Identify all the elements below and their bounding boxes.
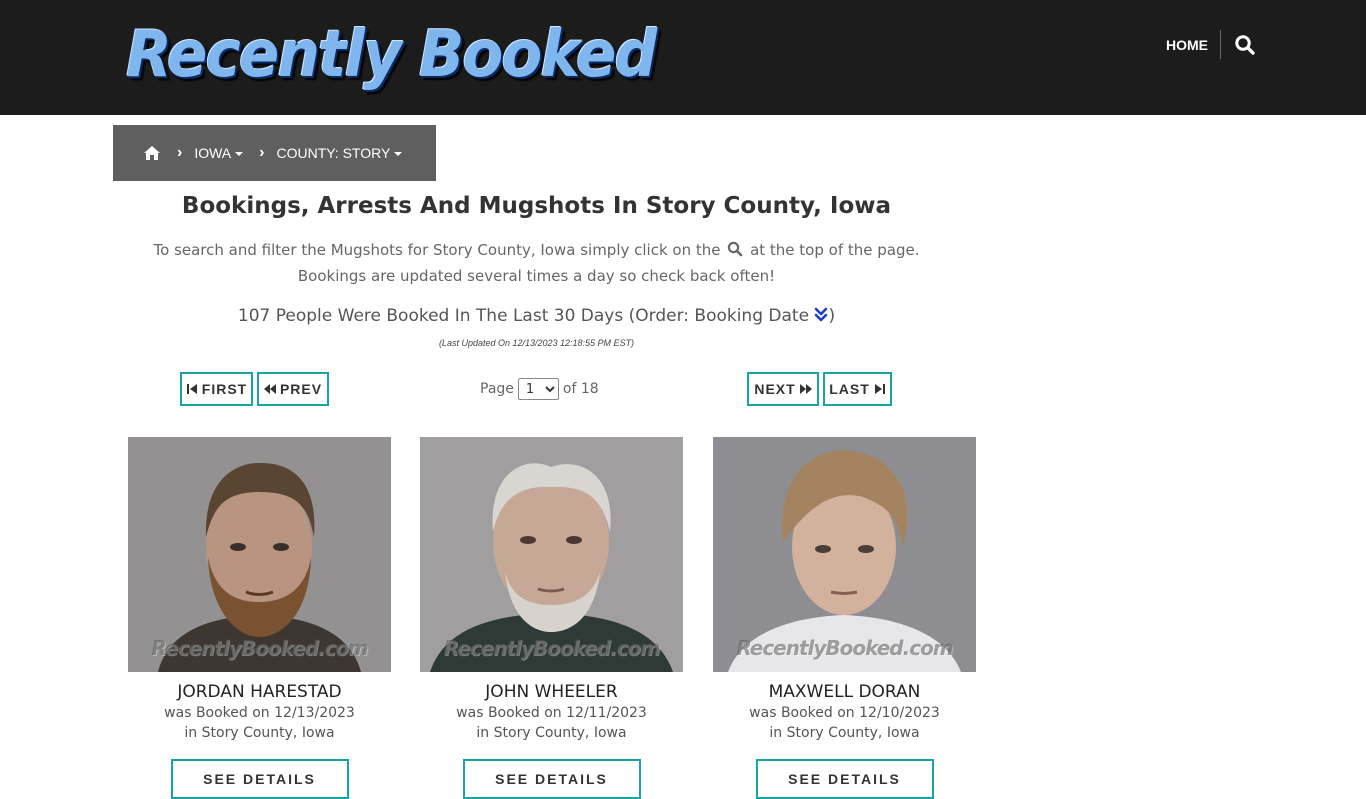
intro-text: To search and filter the Mugshots for St… (120, 237, 953, 289)
booking-card[interactable]: RecentlyBooked.com JOHN WHEELER was Book… (420, 437, 683, 799)
breadcrumb-county[interactable]: COUNTY: STORY (276, 144, 403, 162)
page-label: Page (480, 381, 514, 397)
booking-name[interactable]: JORDAN HARESTAD (128, 682, 391, 702)
home-icon[interactable] (143, 145, 161, 161)
chevron-right-icon: › (259, 144, 265, 161)
see-details-button[interactable]: SEE DETAILS (755, 759, 934, 799)
nav-divider (1220, 30, 1221, 59)
search-icon (727, 239, 743, 257)
first-page-button[interactable]: FIRST (180, 372, 253, 406)
mugshot-photo[interactable]: RecentlyBooked.com (128, 437, 391, 672)
see-details-button[interactable]: SEE DETAILS (462, 759, 641, 799)
site-header: Recently Booked HOME (0, 0, 1366, 115)
page-select[interactable]: 1 (517, 378, 559, 400)
next-page-label: NEXT (754, 381, 796, 397)
mugshot-photo[interactable]: RecentlyBooked.com (420, 437, 683, 672)
skip-last-icon (874, 384, 885, 394)
next-page-button[interactable]: NEXT (747, 372, 819, 406)
skip-first-icon (186, 384, 197, 394)
prev-page-label: PREV (279, 381, 323, 397)
booking-card[interactable]: RecentlyBooked.com JORDAN HARESTAD was B… (128, 437, 391, 799)
caret-down-icon (235, 152, 244, 157)
booking-name[interactable]: JOHN WHEELER (420, 682, 683, 702)
search-icon[interactable] (1234, 34, 1256, 56)
prev-page-button[interactable]: PREV (257, 372, 329, 406)
photo-watermark: RecentlyBooked.com (443, 636, 660, 660)
breadcrumb-state[interactable]: IOWA (194, 144, 244, 162)
breadcrumb: › IOWA › COUNTY: STORY (113, 125, 436, 181)
page-total: of 18 (562, 381, 599, 397)
booking-description: was Booked on 12/11/2023 in Story County… (456, 705, 647, 741)
booking-count-text: 107 People Were Booked In The Last 30 Da… (237, 306, 810, 326)
logo-text: Recently Booked (126, 18, 657, 92)
site-logo[interactable]: Recently Booked (126, 18, 657, 92)
mugshot-photo[interactable]: RecentlyBooked.com (713, 437, 976, 672)
booking-description: was Booked on 12/10/2023 in Story County… (749, 705, 940, 741)
last-page-label: LAST (829, 381, 870, 397)
intro-text-before: To search and filter the Mugshots for St… (153, 241, 721, 259)
chevron-right-icon: › (177, 144, 183, 161)
booking-name[interactable]: MAXWELL DORAN (713, 682, 976, 702)
booking-count: 107 People Were Booked In The Last 30 Da… (113, 303, 960, 329)
breadcrumb-county-label: COUNTY: STORY (276, 145, 391, 161)
first-page-label: FIRST (201, 381, 248, 397)
nav-home-link[interactable]: HOME (1166, 36, 1208, 54)
page-title: Bookings, Arrests And Mugshots In Story … (181, 193, 892, 219)
last-page-button[interactable]: LAST (823, 372, 892, 406)
booking-card[interactable]: RecentlyBooked.com MAXWELL DORAN was Boo… (713, 437, 976, 799)
booking-count-close: ) (828, 306, 836, 326)
see-details-button[interactable]: SEE DETAILS (170, 759, 349, 799)
breadcrumb-state-label: IOWA (194, 145, 232, 161)
booking-description: was Booked on 12/13/2023 in Story County… (164, 705, 355, 741)
rewind-icon (263, 384, 276, 394)
fast-forward-icon (799, 384, 812, 394)
page-selector: Page 1 of 18 (480, 377, 599, 401)
photo-watermark: RecentlyBooked.com (736, 636, 953, 660)
last-updated: (Last Updated On 12/13/2023 12:18:55 PM … (438, 338, 635, 348)
caret-down-icon (394, 152, 403, 157)
photo-watermark: RecentlyBooked.com (151, 636, 368, 660)
double-chevron-down-icon[interactable] (814, 305, 828, 322)
